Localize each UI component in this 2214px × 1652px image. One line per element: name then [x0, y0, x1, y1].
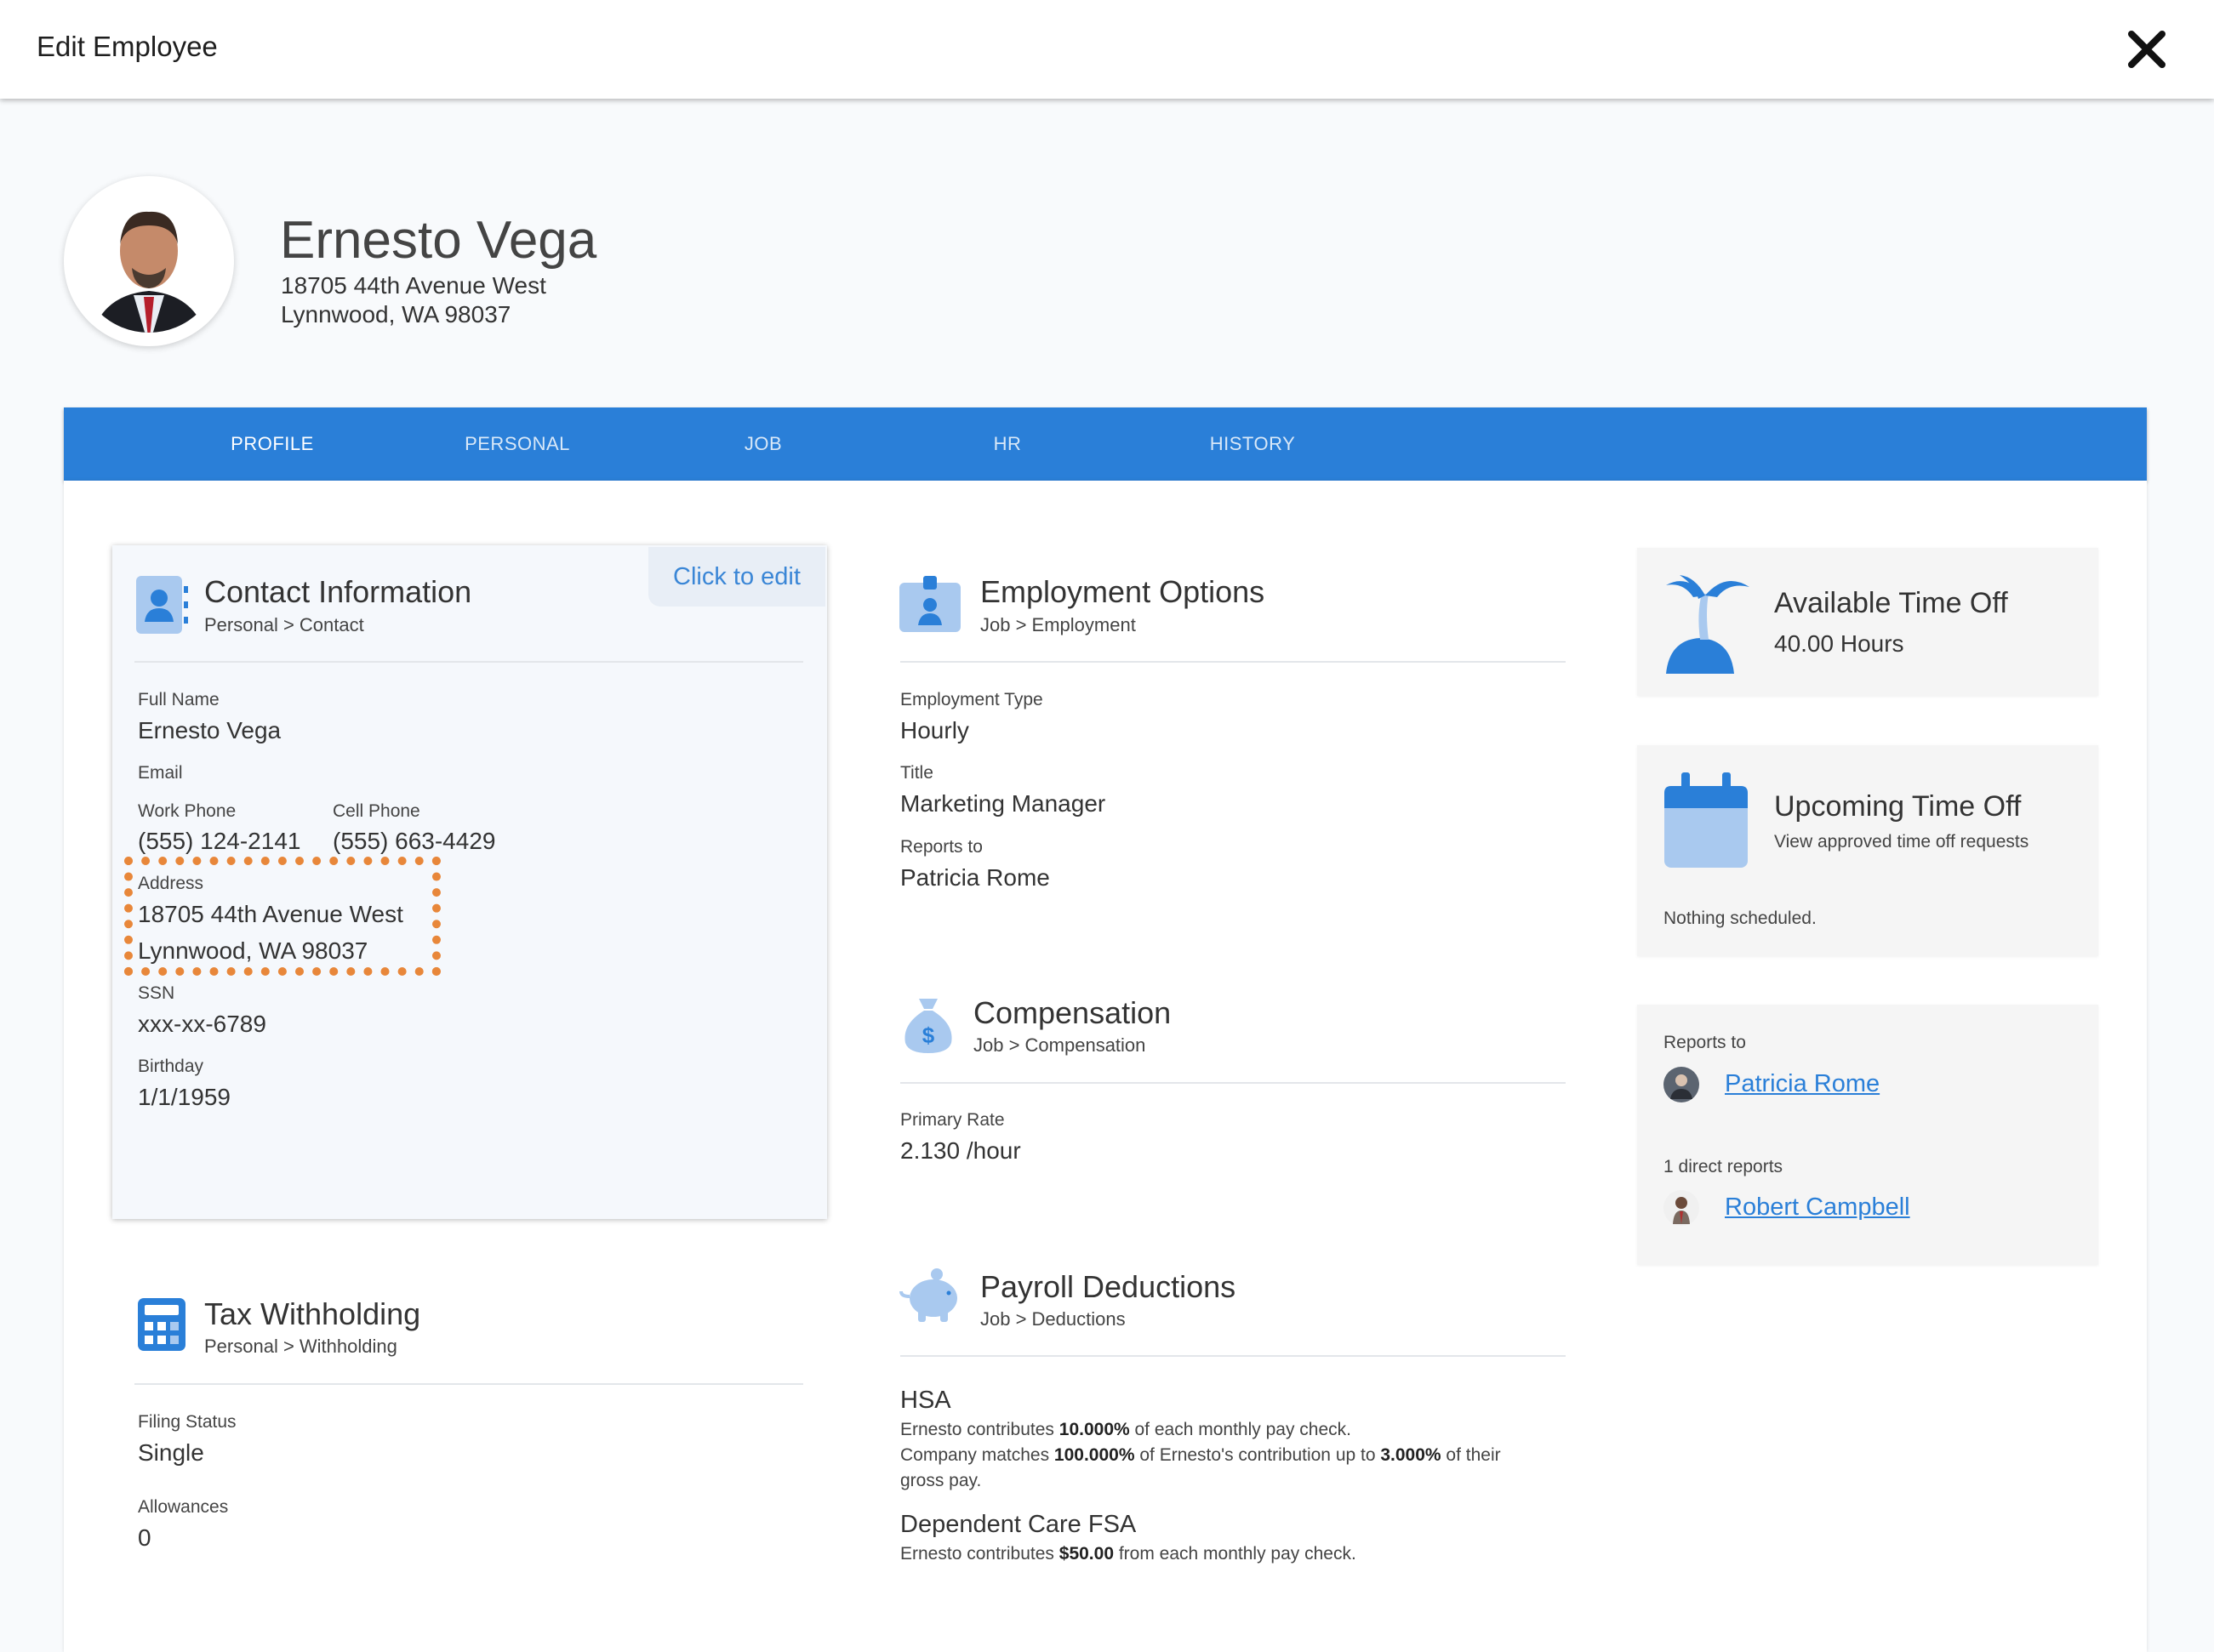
allowances-label: Allowances [138, 1497, 229, 1517]
employee-address-line1: 18705 44th Avenue West [281, 272, 546, 299]
work-phone-label: Work Phone [138, 801, 237, 821]
tab-hr[interactable]: HR [994, 433, 1022, 455]
payroll-title: Payroll Deductions [980, 1269, 1236, 1304]
employment-divider [900, 661, 1566, 663]
ssn-label: SSN [138, 983, 175, 1003]
calendar-icon [1664, 772, 1748, 868]
badge-icon [899, 576, 961, 632]
direct-report-link[interactable]: Robert Campbell [1725, 1193, 1910, 1222]
contact-title: Contact Information [204, 574, 472, 609]
calculator-icon [138, 1298, 185, 1351]
click-to-edit-button[interactable]: Click to edit [648, 547, 825, 607]
compensation-divider [900, 1082, 1566, 1084]
window-title: Edit Employee [37, 31, 218, 62]
direct-reports-label: 1 direct reports [1663, 1157, 1783, 1176]
compensation-title: Compensation [973, 995, 1172, 1030]
fsa-contribution-text: Ernesto contributes $50.00 from each mon… [900, 1544, 1356, 1564]
employee-name: Ernesto Vega [280, 211, 597, 270]
money-bag-icon: $ [904, 999, 952, 1053]
contact-breadcrumb: Personal > Contact [204, 614, 364, 635]
compensation-breadcrumb: Job > Compensation [973, 1034, 1146, 1056]
tax-title: Tax Withholding [204, 1296, 421, 1331]
employment-type-label: Employment Type [900, 690, 1043, 709]
svg-text:$: $ [922, 1023, 935, 1048]
address-highlight [124, 857, 441, 976]
tax-divider [134, 1383, 803, 1385]
allowances-value: 0 [138, 1524, 151, 1551]
full-name-value: Ernesto Vega [138, 717, 282, 743]
direct-report-avatar [1663, 1190, 1699, 1226]
close-icon[interactable] [2123, 26, 2171, 73]
birthday-label: Birthday [138, 1057, 204, 1076]
fsa-title: Dependent Care FSA [900, 1511, 1137, 1538]
full-name-label: Full Name [138, 690, 220, 709]
primary-rate-label: Primary Rate [900, 1110, 1005, 1130]
contact-divider [134, 661, 803, 663]
upcoming-time-off-title: Upcoming Time Off [1774, 790, 2022, 823]
reports-to-label: Reports to [900, 837, 983, 857]
filing-status-label: Filing Status [138, 1412, 237, 1432]
manager-link[interactable]: Patricia Rome [1725, 1070, 1880, 1098]
org-reports-to-label: Reports to [1663, 1033, 1746, 1052]
employment-title: Employment Options [980, 574, 1265, 609]
piggy-bank-icon [899, 1268, 957, 1322]
birthday-value: 1/1/1959 [138, 1084, 231, 1110]
job-title-label: Title [900, 763, 933, 783]
hsa-contribution-text: Ernesto contributes 10.000% of each mont… [900, 1420, 1351, 1439]
contact-card-icon [136, 576, 188, 634]
tab-personal[interactable]: PERSONAL [465, 433, 570, 455]
payroll-divider [900, 1355, 1566, 1357]
employee-photo [77, 190, 220, 333]
upcoming-time-off-subtitle: View approved time off requests [1774, 832, 2029, 852]
payroll-breadcrumb: Job > Deductions [980, 1308, 1126, 1330]
manager-avatar [1663, 1067, 1699, 1102]
available-hours-value: 40.00 Hours [1774, 630, 1904, 657]
email-label: Email [138, 763, 183, 783]
palm-tree-icon [1666, 575, 1749, 674]
reports-to-value: Patricia Rome [900, 864, 1050, 891]
ssn-value: xxx-xx-6789 [138, 1011, 266, 1037]
tab-bar: PROFILE PERSONAL JOB HR HISTORY [64, 407, 2147, 481]
tab-profile[interactable]: PROFILE [231, 433, 314, 455]
employee-avatar [64, 176, 234, 346]
cell-phone-value: (555) 663-4429 [333, 828, 496, 854]
tab-job[interactable]: JOB [745, 433, 782, 455]
top-bar: Edit Employee [0, 0, 2214, 99]
available-time-off-title: Available Time Off [1774, 587, 2008, 619]
job-title-value: Marketing Manager [900, 790, 1106, 817]
employment-type-value: Hourly [900, 717, 969, 743]
hsa-match-text: Company matches 100.000% of Ernesto's co… [900, 1445, 1501, 1490]
employee-address-line2: Lynnwood, WA 98037 [281, 301, 511, 328]
cell-phone-label: Cell Phone [333, 801, 420, 821]
filing-status-value: Single [138, 1439, 204, 1466]
tab-history[interactable]: HISTORY [1210, 433, 1296, 455]
primary-rate-value: 2.130 /hour [900, 1137, 1021, 1164]
hsa-title: HSA [900, 1387, 951, 1414]
work-phone-value: (555) 124-2141 [138, 828, 301, 854]
nothing-scheduled-text: Nothing scheduled. [1663, 909, 1817, 928]
employment-breadcrumb: Job > Employment [980, 614, 1136, 635]
tax-breadcrumb: Personal > Withholding [204, 1336, 397, 1357]
